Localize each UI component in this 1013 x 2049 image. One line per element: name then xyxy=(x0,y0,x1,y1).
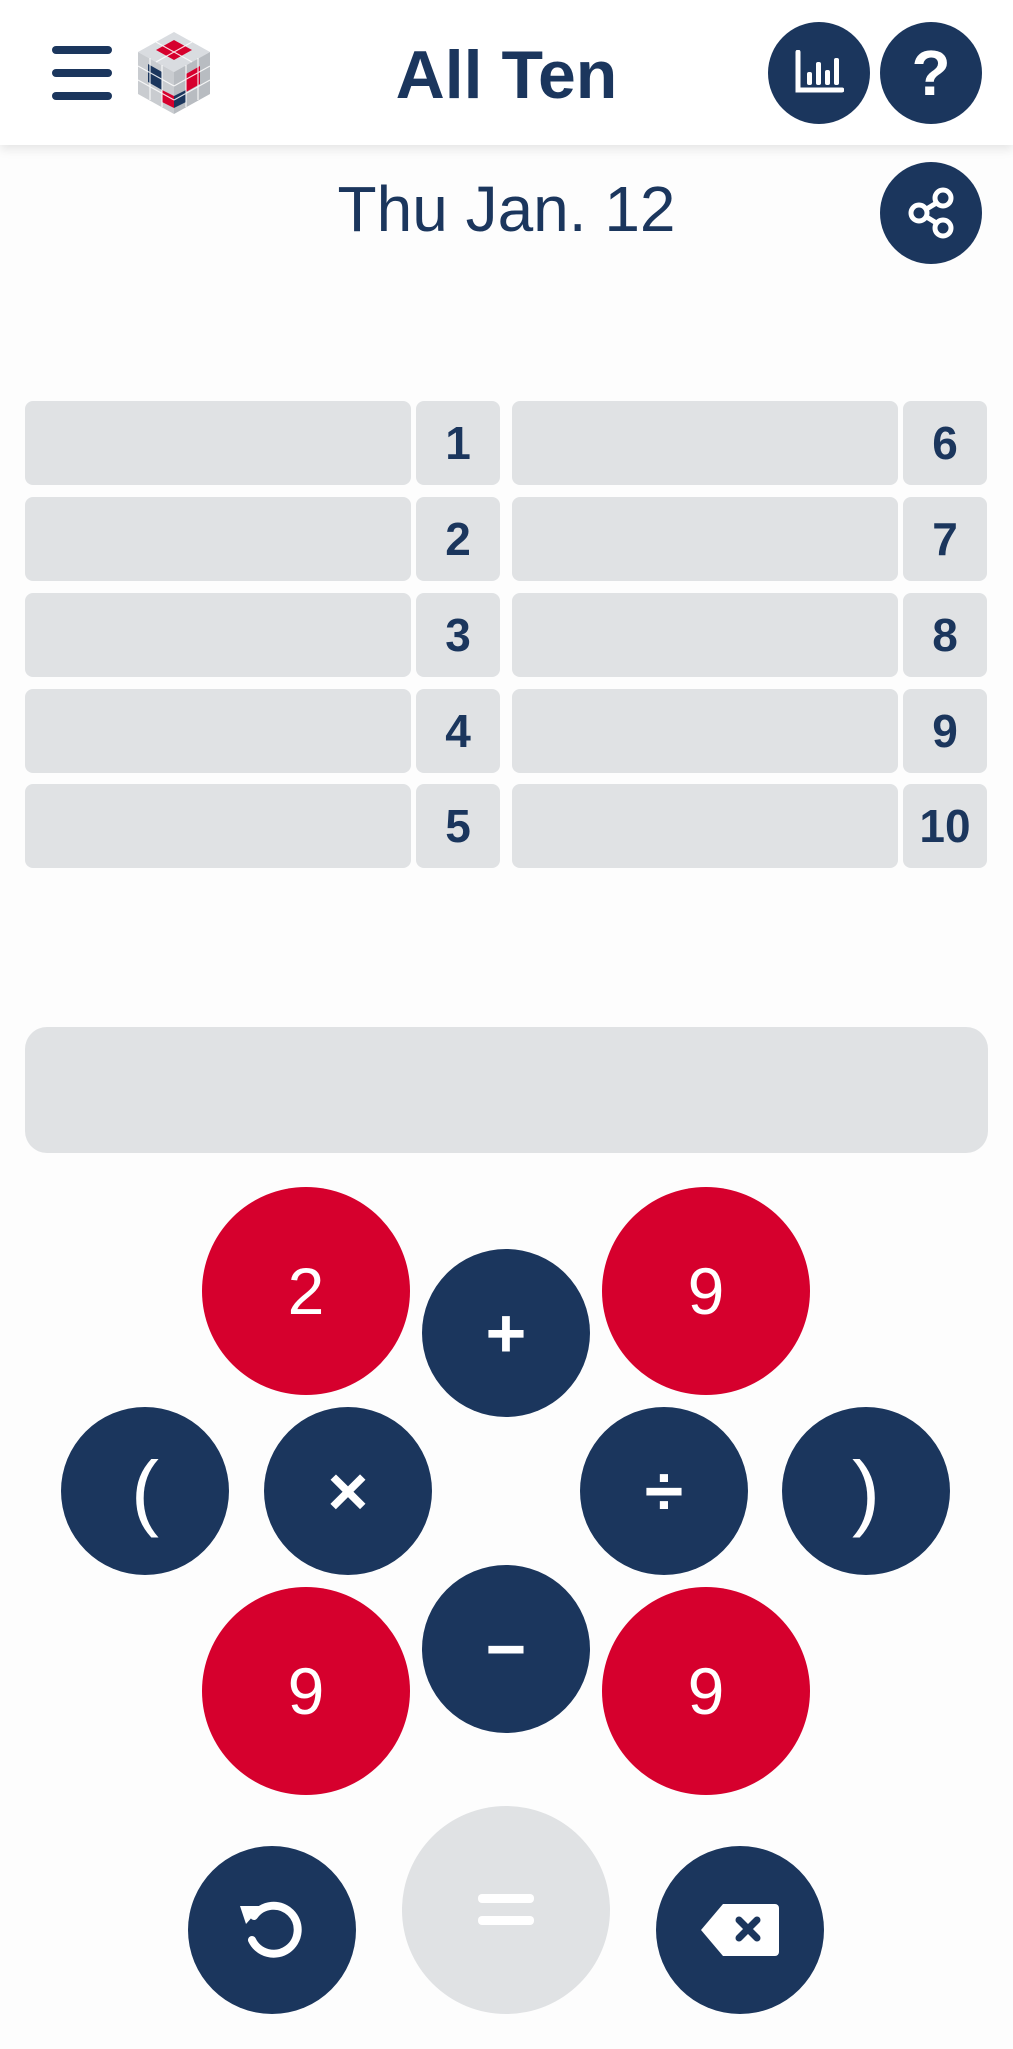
minus-button[interactable]: − xyxy=(422,1565,590,1733)
stats-button[interactable] xyxy=(768,22,870,124)
target-number-1: 1 xyxy=(416,401,500,485)
number-tile-2[interactable]: 9 xyxy=(602,1187,810,1395)
target-slot-4 xyxy=(25,689,411,773)
undo-icon xyxy=(240,1901,302,1958)
target-slot-2 xyxy=(25,497,411,581)
number-tile-1[interactable]: 2 xyxy=(202,1187,410,1395)
number-tile-3[interactable]: 9 xyxy=(202,1587,410,1795)
target-number-4: 4 xyxy=(416,689,500,773)
target-number-9: 9 xyxy=(903,689,987,773)
open-paren-button[interactable]: ( xyxy=(61,1407,229,1575)
share-button[interactable] xyxy=(880,162,982,264)
number-tile-4[interactable]: 9 xyxy=(602,1587,810,1795)
help-button[interactable]: ? xyxy=(880,22,982,124)
backspace-icon xyxy=(701,1904,779,1956)
app-header: All Ten ? xyxy=(0,0,1013,145)
undo-button[interactable] xyxy=(188,1846,356,2014)
target-slot-7 xyxy=(512,497,898,581)
target-slot-6 xyxy=(512,401,898,485)
multiply-button[interactable]: × xyxy=(264,1407,432,1575)
target-slot-5 xyxy=(25,784,411,868)
target-number-6: 6 xyxy=(903,401,987,485)
share-icon xyxy=(908,187,954,239)
bar-chart-icon xyxy=(795,50,844,93)
puzzle-date: Thu Jan. 12 xyxy=(337,173,676,245)
backspace-button[interactable] xyxy=(656,1846,824,2014)
target-number-3: 3 xyxy=(416,593,500,677)
divide-button[interactable]: ÷ xyxy=(580,1407,748,1575)
help-icon: ? xyxy=(911,37,951,109)
target-number-8: 8 xyxy=(903,593,987,677)
close-paren-button[interactable]: ) xyxy=(782,1407,950,1575)
expression-display xyxy=(25,1027,988,1153)
target-number-2: 2 xyxy=(416,497,500,581)
target-number-5: 5 xyxy=(416,784,500,868)
target-slot-8 xyxy=(512,593,898,677)
equals-icon xyxy=(478,1894,534,1925)
target-slot-10 xyxy=(512,784,898,868)
target-slot-9 xyxy=(512,689,898,773)
equals-button[interactable] xyxy=(402,1806,610,2014)
target-number-7: 7 xyxy=(903,497,987,581)
plus-button[interactable]: + xyxy=(422,1249,590,1417)
target-slot-3 xyxy=(25,593,411,677)
target-slot-1 xyxy=(25,401,411,485)
target-number-10: 10 xyxy=(903,784,987,868)
